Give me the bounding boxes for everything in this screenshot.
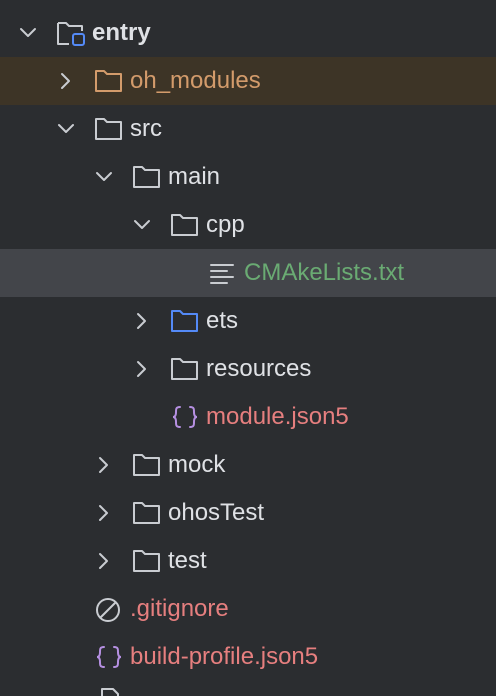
tree-item-label: build-profile.json5	[130, 643, 319, 670]
ignore-file-icon	[94, 596, 124, 622]
chevron-right-icon[interactable]	[133, 360, 151, 378]
tree-item-resources[interactable]: resources	[0, 345, 496, 393]
tree-item-label: ohosTest	[168, 499, 265, 526]
tree-item-ohostest[interactable]: ohosTest	[0, 489, 496, 537]
tree-item-label: cpp	[206, 211, 245, 238]
tree-item-oh-modules[interactable]: oh_modules	[0, 57, 496, 105]
json-file-icon	[170, 404, 200, 430]
tree-item-label: mock	[168, 451, 226, 478]
chevron-right-icon[interactable]	[95, 504, 113, 522]
tree-item-label: module.json5	[206, 403, 349, 430]
tree-item-label: ets	[206, 307, 239, 334]
tree-item-mock[interactable]: mock	[0, 441, 496, 489]
tree-item-label: oh_modules	[130, 67, 261, 94]
tree-item-cpp[interactable]: cpp	[0, 201, 496, 249]
tree-item-build-profile-json5[interactable]: build-profile.json5	[0, 633, 496, 681]
tree-item-label: CMAkeLists.txt	[244, 259, 405, 286]
excluded-folder-icon	[94, 68, 124, 94]
folder-icon	[132, 548, 162, 574]
file-icon	[94, 686, 124, 696]
chevron-down-icon[interactable]	[19, 24, 37, 42]
tree-item-src[interactable]: src	[0, 105, 496, 153]
chevron-right-icon[interactable]	[95, 552, 113, 570]
chevron-down-icon[interactable]	[95, 168, 113, 186]
chevron-down-icon[interactable]	[133, 216, 151, 234]
tree-item-label: entry	[92, 19, 151, 46]
tree-item-label: resources	[206, 355, 312, 382]
folder-icon	[132, 452, 162, 478]
tree-item-label: main	[168, 163, 221, 190]
tree-item-label: test	[168, 547, 207, 574]
tree-item-ets[interactable]: ets	[0, 297, 496, 345]
tree-item-entry[interactable]: entry	[0, 9, 496, 57]
chevron-right-icon[interactable]	[57, 72, 75, 90]
project-tree: entry oh_modules src main cpp CMAkeLists…	[0, 0, 496, 696]
tree-item-label: .gitignore	[130, 595, 229, 622]
chevron-right-icon[interactable]	[133, 312, 151, 330]
folder-icon	[132, 500, 162, 526]
tree-item-gitignore[interactable]: .gitignore	[0, 585, 496, 633]
tree-item-cmakelists[interactable]: CMAkeLists.txt	[0, 249, 496, 297]
folder-icon	[132, 164, 162, 190]
tree-item-partial[interactable]	[0, 681, 496, 696]
text-file-icon	[208, 260, 238, 286]
folder-icon	[170, 212, 200, 238]
source-folder-icon	[170, 308, 200, 334]
folder-icon	[94, 116, 124, 142]
module-folder-icon	[56, 20, 86, 46]
chevron-right-icon[interactable]	[95, 456, 113, 474]
tree-item-main[interactable]: main	[0, 153, 496, 201]
folder-icon	[170, 356, 200, 382]
json-file-icon	[94, 644, 124, 670]
tree-item-module-json5[interactable]: module.json5	[0, 393, 496, 441]
chevron-down-icon[interactable]	[57, 120, 75, 138]
tree-item-label: src	[130, 115, 162, 142]
tree-item-test[interactable]: test	[0, 537, 496, 585]
